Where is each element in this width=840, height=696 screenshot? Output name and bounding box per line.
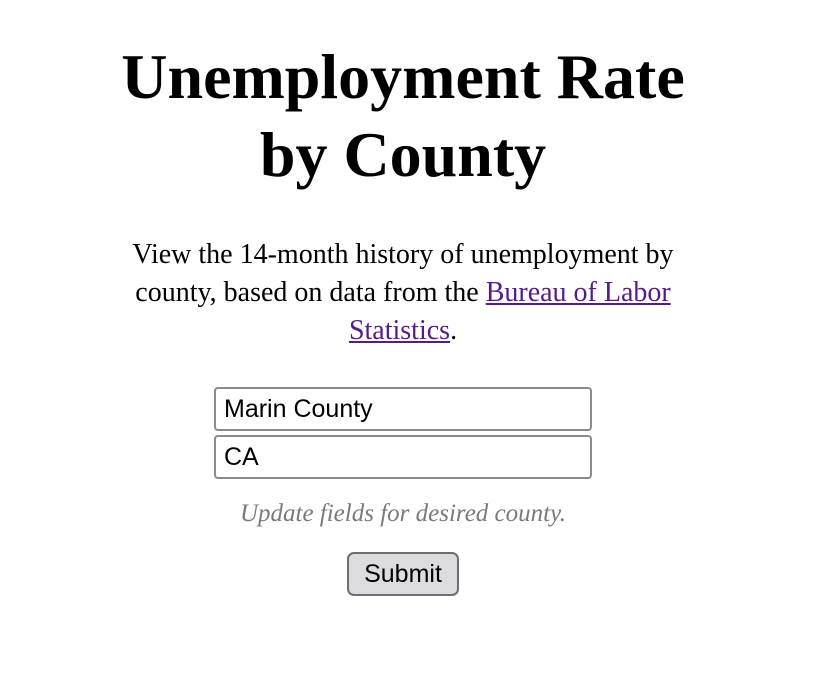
intro-paragraph: View the 14-month history of unemploymen… [110, 236, 696, 350]
form-hint: Update fields for desired county. [239, 500, 567, 527]
intro-text-end: . [450, 315, 458, 346]
state-input[interactable] [214, 435, 592, 479]
county-input[interactable] [214, 387, 592, 431]
page-title-line2: by County [259, 119, 547, 190]
page-title: Unemployment Rate by County [0, 38, 806, 194]
submit-button[interactable]: Submit [347, 552, 459, 596]
page-title-line1: Unemployment Rate [121, 41, 685, 112]
page: Unemployment Rate by County View the 14-… [0, 0, 840, 696]
